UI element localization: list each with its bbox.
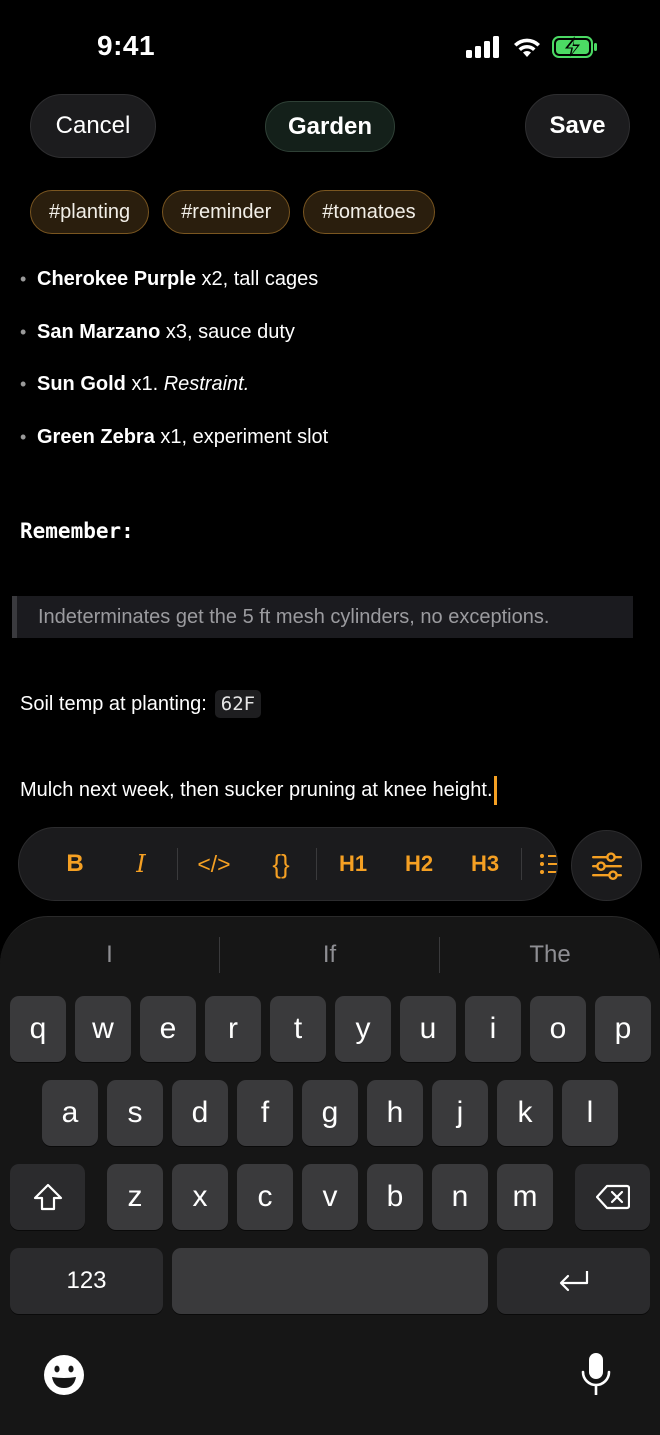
list-item: • Green Zebra x1, experiment slot [20,425,329,448]
key-o[interactable]: o [530,996,586,1062]
format-toolbar: B I </> {} H1 H2 H3 [18,827,558,901]
status-time: 9:41 [97,30,156,61]
inline-code-button[interactable]: </> [189,828,239,900]
delete-key[interactable] [575,1164,650,1230]
key-y[interactable]: y [335,996,391,1062]
list-icon [540,854,557,874]
last-line-text: Mulch next week, then sucker pruning at … [20,779,493,801]
cellular-signal-icon [466,36,499,58]
bullet-dot: • [20,426,27,447]
numbers-key[interactable]: 123 [10,1248,163,1314]
soil-temp-line: Soil temp at planting: 62F [20,690,262,718]
text-cursor [493,776,497,805]
key-z[interactable]: z [107,1164,163,1230]
key-a[interactable]: a [42,1080,98,1146]
key-i[interactable]: i [465,996,521,1062]
status-icons [466,36,598,58]
tag-chip[interactable]: #tomatoes [303,190,435,234]
bullet-dot: • [20,269,27,289]
return-icon [559,1271,588,1292]
bullet-list[interactable]: • Cherokee Purple x2, tall cages • San Mar… [20,266,328,476]
key-m[interactable]: m [497,1164,553,1230]
bold-button[interactable]: B [55,828,95,900]
code-block-button[interactable]: {} [259,828,303,900]
key-r[interactable]: r [205,996,261,1062]
blockquote: Indeterminates get the 5 ft mesh cylinde… [12,596,633,638]
shift-icon [33,1183,62,1211]
microphone-icon [581,1353,611,1395]
key-n[interactable]: n [432,1164,488,1230]
toolbar-divider [316,848,317,880]
folder-title-button[interactable]: Garden [265,101,395,152]
emoji-icon [44,1355,84,1395]
battery-charging-icon [552,36,597,58]
bullet-dot: • [20,321,27,342]
shift-key[interactable] [10,1164,85,1230]
list-item: • Cherokee Purple x2, tall cages [20,268,319,290]
list-item: • Sun Gold x1. Restraint. [20,373,250,395]
key-b[interactable]: b [367,1164,423,1230]
cancel-button[interactable]: Cancel [30,94,156,158]
list-item: • San Marzano x3, sauce duty [20,320,295,343]
emoji-button[interactable] [42,1353,86,1397]
heading1-button[interactable]: H1 [332,828,374,900]
suggestion-item[interactable]: If [220,935,439,975]
tag-list: #planting #reminder #tomatoes [30,190,435,234]
key-u[interactable]: u [400,996,456,1062]
key-g[interactable]: g [302,1080,358,1146]
list-button[interactable] [539,828,557,900]
key-c[interactable]: c [237,1164,293,1230]
italic-button[interactable]: I [121,828,161,900]
key-l[interactable]: l [562,1080,618,1146]
key-k[interactable]: k [497,1080,553,1146]
heading3-button[interactable]: H3 [464,828,506,900]
space-key[interactable] [172,1248,488,1314]
key-v[interactable]: v [302,1164,358,1230]
delete-icon [595,1184,630,1210]
suggestion-item[interactable]: I [0,935,219,975]
inline-code: 62F [214,690,262,718]
suggestion-item[interactable]: The [440,935,660,975]
toolbar-divider [521,848,522,880]
key-h[interactable]: h [367,1080,423,1146]
keyboard: I If The q w e r t y u i o p a s d f g h… [0,916,660,1435]
key-t[interactable]: t [270,996,326,1062]
key-w[interactable]: w [75,996,131,1062]
save-button[interactable]: Save [525,94,630,158]
sliders-icon [591,851,622,880]
soil-temp-label: Soil temp at planting: [20,692,207,715]
key-x[interactable]: x [172,1164,228,1230]
bullet-dot: • [20,374,27,394]
return-key[interactable] [497,1248,650,1314]
key-p[interactable]: p [595,996,651,1062]
toolbar-divider [177,848,178,880]
key-e[interactable]: e [140,996,196,1062]
key-f[interactable]: f [237,1080,293,1146]
tag-chip[interactable]: #planting [30,190,150,234]
key-q[interactable]: q [10,996,66,1062]
editing-line[interactable]: Mulch next week, then sucker pruning at … [20,776,497,805]
key-j[interactable]: j [432,1080,488,1146]
format-options-button[interactable] [571,830,642,901]
tag-chip[interactable]: #reminder [162,190,291,234]
wifi-icon [514,38,540,57]
key-d[interactable]: d [172,1080,228,1146]
heading2-button[interactable]: H2 [398,828,440,900]
dictation-button[interactable] [580,1351,612,1399]
remember-heading: Remember: [20,519,134,543]
key-s[interactable]: s [107,1080,163,1146]
